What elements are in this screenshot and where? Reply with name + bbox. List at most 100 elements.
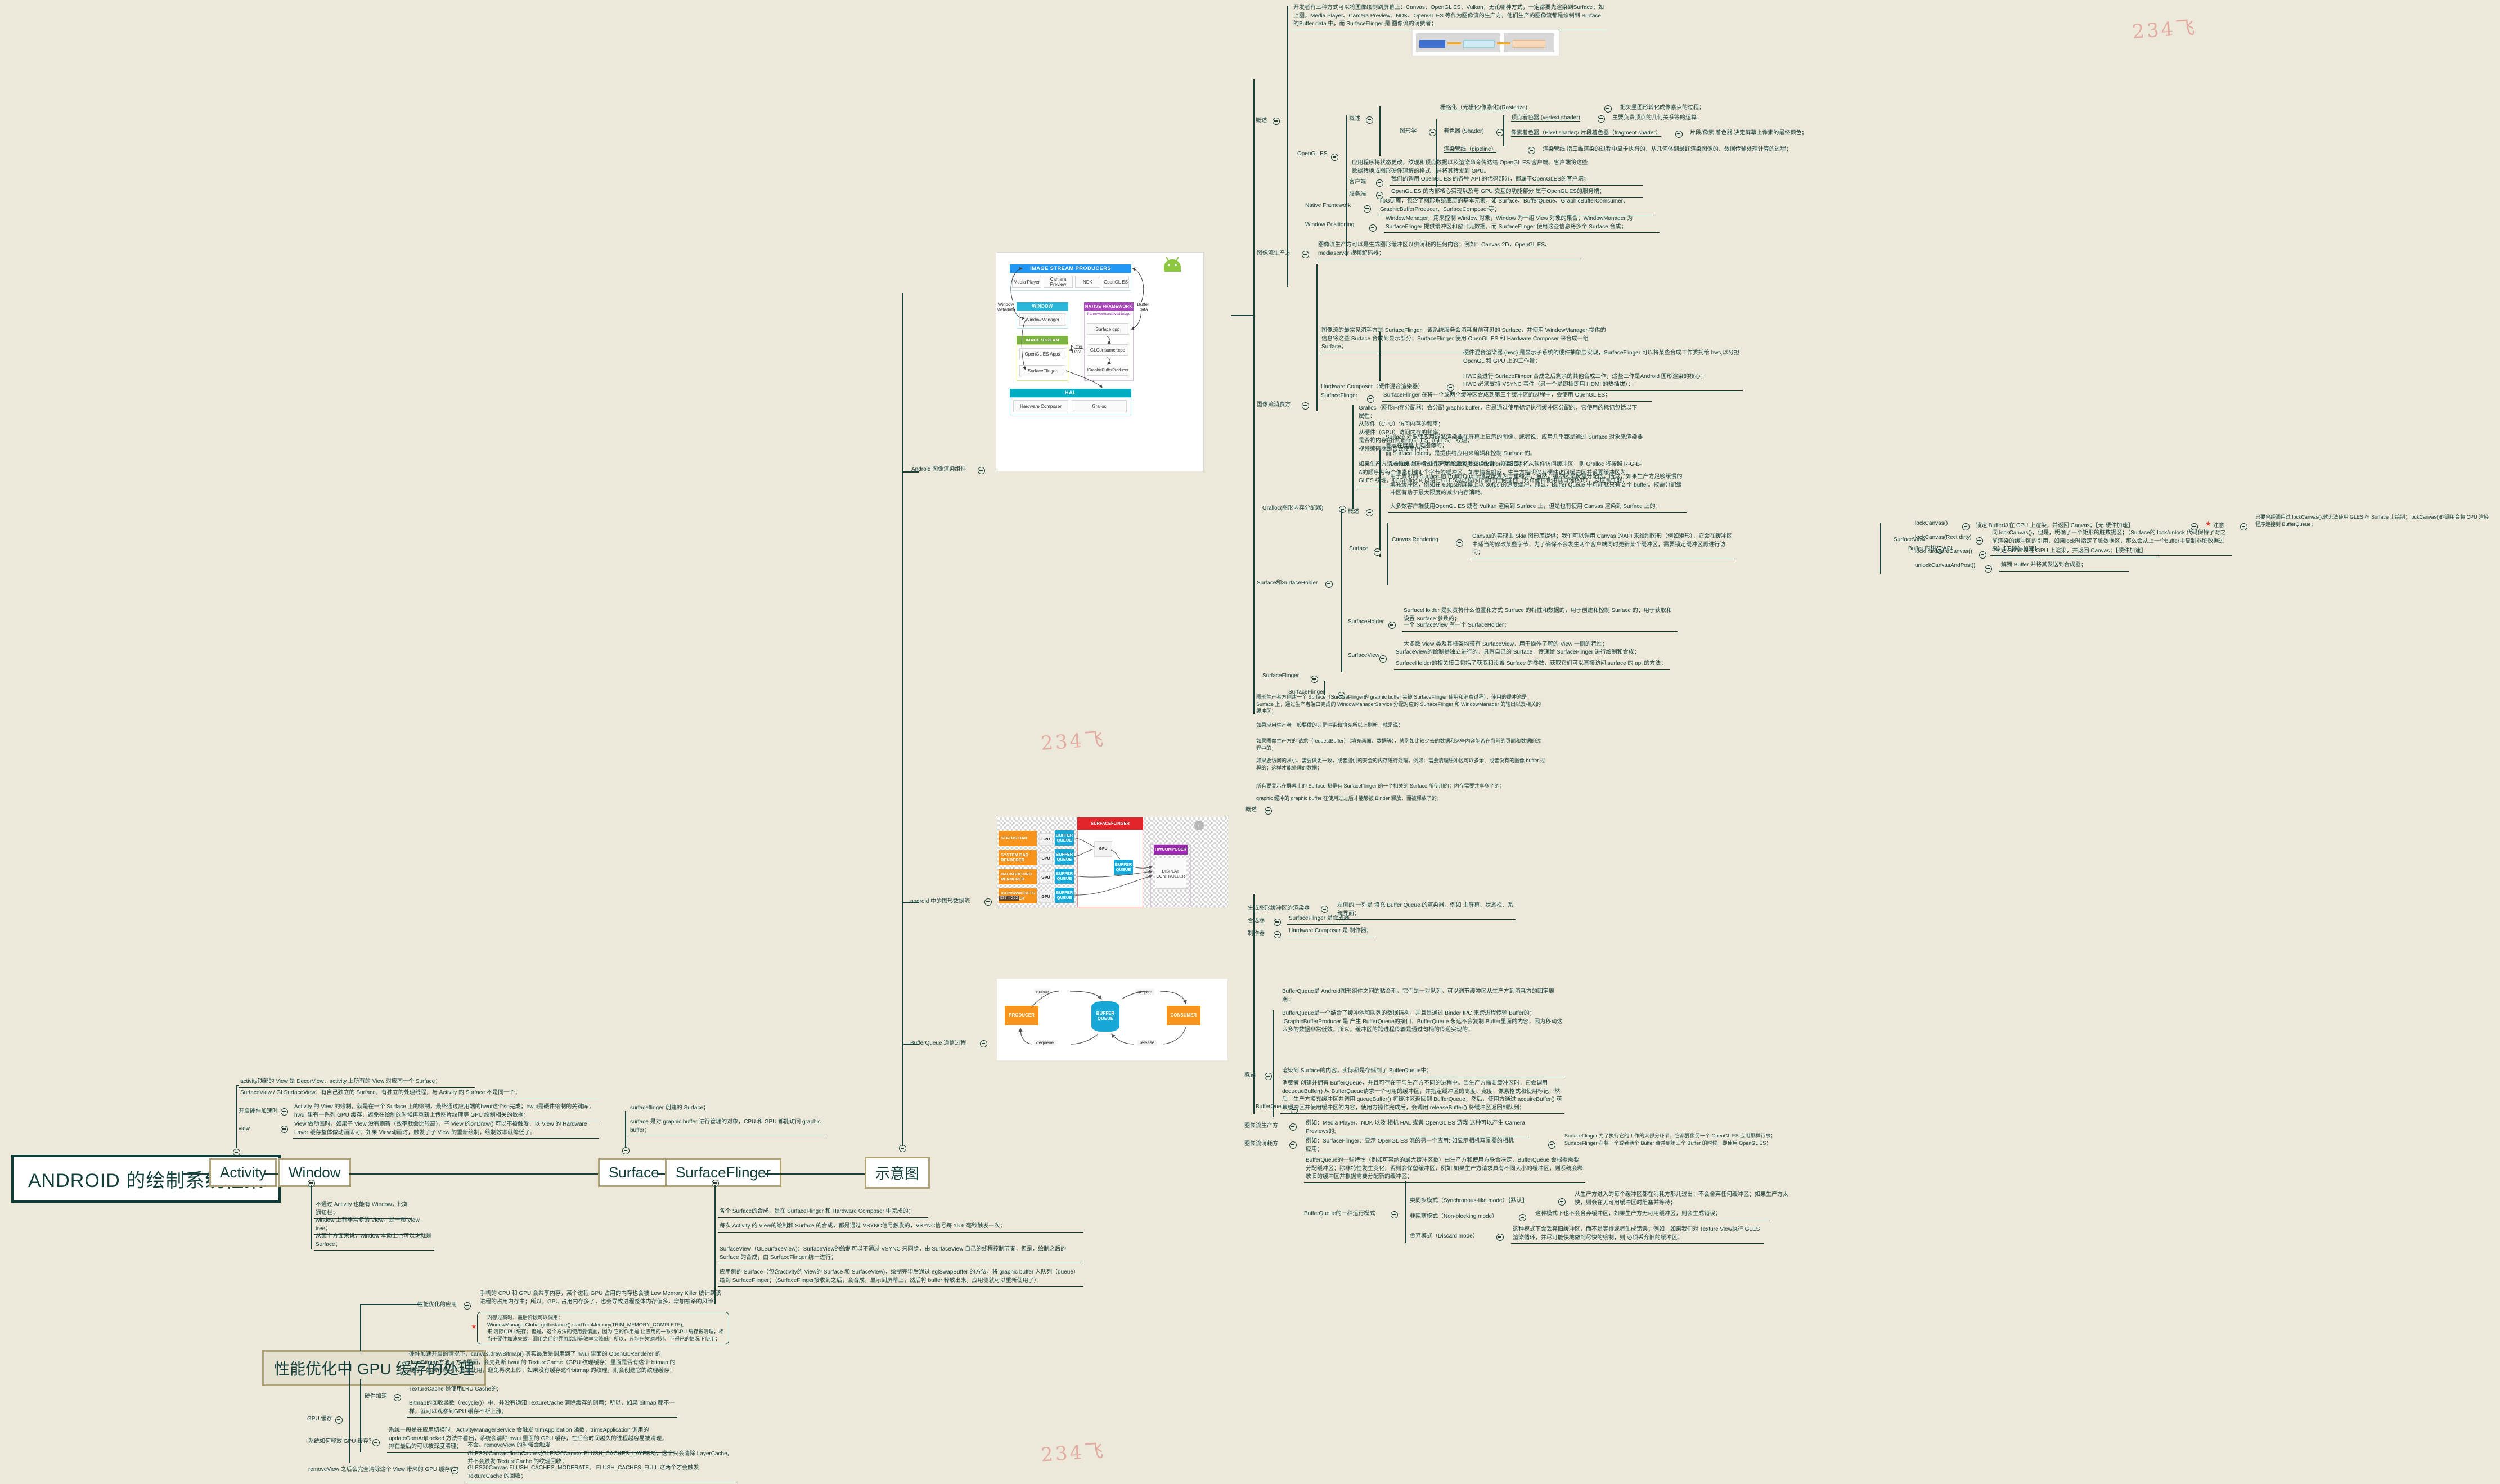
label-mode-nonblocking: 非阻塞模式（Non-blocking mode） (1410, 1213, 1498, 1220)
collapse-toggle-mode-sync[interactable] (1558, 1197, 1566, 1207)
branch-surface[interactable]: Surface (598, 1158, 670, 1187)
text-gpu-apply-note: 手机的 CPU 和 GPU 会共享内存，某个进程 GPU 占用的内存也会被 Lo… (480, 1290, 721, 1305)
text-mode-sync: 从生产方进入的每个缓冲区都在消耗方那儿退出；不会舍弃任何缓冲区；如果生产方太快，… (1575, 1191, 1788, 1206)
collapse-toggle-gl-overview[interactable] (1366, 115, 1373, 125)
text-canvas-rendering: Canvas的实现由 Skia 图形库提供；我们可以调用 Canvas 的API… (1471, 532, 1735, 559)
collapse-toggle-removeview[interactable] (451, 1466, 458, 1476)
connector (1503, 115, 1504, 146)
diagram-child-label: Android 图像渲染组件 (911, 466, 966, 473)
collapse-toggle-activity[interactable] (233, 1148, 240, 1158)
label-hw-accel: 硬件加速 (365, 1393, 387, 1400)
collapse-toggle-surfaceholder[interactable] (1388, 620, 1396, 631)
text-native-framework: libGUI库，包含了图形系统底层的基本元素，如 Surface、BufferQ… (1378, 197, 1654, 215)
activity-note: SurfaceView / GLSurfaceView：有自己独立的 Surfa… (239, 1089, 599, 1099)
collapse-toggle-bq-top2[interactable] (1274, 930, 1281, 940)
collapse-toggle-nf[interactable] (1364, 204, 1371, 214)
collapse-toggle-surface[interactable] (622, 1146, 630, 1156)
collapse-toggle-sf-node[interactable] (1311, 674, 1318, 685)
text-bq-consumer-note: SurfaceFlinger 为了执行它的工作的大部分环节，它都要像另一个 Op… (1564, 1133, 1776, 1146)
branch-diagram[interactable]: 示意图 (865, 1157, 930, 1189)
collapse-toggle-lockcanvas-rect[interactable] (1976, 536, 1983, 546)
connector (1253, 894, 1255, 1114)
label-hwc: Hardware Composer（硬件混合渲染器） (1321, 384, 1424, 390)
window-note: 从某个方面来说，window 本质上也可以说就是 Surface； (314, 1232, 434, 1251)
connector (349, 1173, 598, 1175)
collapse-toggle-bq-top0[interactable] (1321, 905, 1328, 915)
text-lockcanvas-note: 只要曾经调用过 lockCanvas(),就无法使用 GLES 在 Surfac… (2255, 514, 2489, 527)
label-gl-overview: 概述 (1349, 116, 1360, 122)
label-removeview: removeView 之后会完全清除这个 View 带来的 GPU 缓存吗? (308, 1467, 459, 1473)
collapse-toggle-pshader[interactable] (1675, 129, 1683, 140)
text-removeview: GLES20Canvas.FLUSH_CACHES_MODERATE、 FLUS… (466, 1464, 736, 1482)
collapse-toggle-bq-producer[interactable] (1289, 1122, 1297, 1132)
collapse-toggle-release-gpu-cache[interactable] (372, 1438, 380, 1448)
label-surface-surfaceholder: Surface和SurfaceHolder (1257, 580, 1318, 586)
label-bq-consumer: 图像流消耗方 (1244, 1141, 1278, 1147)
sf-note: 应用侧的 Surface（包含activity的 View的 Surface 和… (718, 1268, 1083, 1287)
text-hw-accel: TextureCache 是使用LRU Cache的; (409, 1386, 498, 1392)
collapse-toggle-note[interactable] (2240, 522, 2247, 532)
label-bq-top2: 制作器 (1248, 930, 1265, 937)
connector (714, 1185, 716, 1304)
collapse-toggle-consumer[interactable] (1302, 401, 1309, 411)
collapse-toggle-client[interactable] (1376, 178, 1383, 188)
collapse-toggle-hw-accel[interactable] (394, 1393, 401, 1403)
connector (349, 1361, 350, 1463)
text-bq-producer: 例如：Media Player、NDK 以及 相机 HAL 或者 OpenGL … (1304, 1119, 1529, 1137)
connector (1287, 6, 1288, 287)
collapse-toggle-vshader[interactable] (1598, 114, 1605, 124)
collapse-toggle-lockhw[interactable] (1979, 550, 1986, 560)
diagram-child-label: BufferQueue 通信过程 (910, 1040, 966, 1046)
collapse-toggle-bq-consumer[interactable] (1289, 1140, 1297, 1150)
collapse-toggle-overview[interactable] (1273, 116, 1280, 127)
diagram1-arrows (1010, 267, 1144, 388)
connector (1346, 115, 1347, 256)
collapse-toggle-surface-sub[interactable] (1374, 547, 1381, 557)
collapse-toggle-gpu-apply[interactable] (464, 1301, 471, 1311)
collapse-toggle-bq-overview[interactable] (1265, 1072, 1272, 1082)
collapse-toggle-canvas-rendering[interactable] (1456, 538, 1463, 548)
collapse-toggle-bq-top1[interactable] (1274, 918, 1281, 928)
label-canvas-rendering: Canvas Rendering (1392, 537, 1438, 543)
collapse-toggle-gles[interactable] (1331, 152, 1338, 163)
collapse-toggle-gpu-cache[interactable] (335, 1415, 343, 1425)
label-mode-discard: 舍弃模式（Discard mode） (1410, 1233, 1478, 1239)
label-bq-top1: 合成器 (1248, 918, 1265, 924)
collapse-toggle-sf-overview2[interactable] (1265, 806, 1272, 816)
collapse-toggle-bq-consumer-note[interactable] (1548, 1140, 1555, 1150)
label-lockcanvas-note: 注意 (2213, 523, 2224, 529)
surface-note: surfaceflinger 创建的 Surface； (630, 1105, 709, 1111)
collapse-toggle-producer[interactable] (1302, 250, 1309, 260)
connector (264, 1173, 278, 1175)
collapse-toggle-surface-overview[interactable] (1366, 508, 1373, 518)
label-gpu-cache-sub: GPU 缓存 (307, 1416, 332, 1422)
collapse-toggle-bq-modes[interactable] (1391, 1210, 1398, 1220)
collapse-toggle-wp[interactable] (1369, 223, 1377, 233)
collapse-toggle-d3[interactable] (980, 1039, 987, 1049)
collapse-toggle-surfaceview[interactable] (1379, 654, 1387, 664)
collapse-toggle-d2[interactable] (984, 897, 992, 907)
text-vertex-shader: 主要负责顶点的几何关系等的运算； (1612, 115, 1702, 121)
collapse-toggle-sf-gl[interactable] (1367, 394, 1374, 404)
collapse-toggle-mode-discard[interactable] (1496, 1233, 1504, 1243)
branch-activity[interactable]: Activity (209, 1158, 277, 1187)
collapse-toggle-view[interactable] (281, 1125, 288, 1135)
label-lockhardwardcanvas: lockHardwardCanvas() (1915, 548, 1972, 555)
collapse-toggle-hwaccel[interactable] (281, 1107, 288, 1117)
collapse-toggle-lockcanvas[interactable] (1962, 522, 1970, 532)
collapse-toggle-d1[interactable] (978, 466, 985, 476)
text-hwc: 硬件混合渲染器 (hwc) 是显示子系统的硬件抽象层实现，SurfaceFlin… (1463, 350, 1740, 365)
text-rasterize: 把矢量图形转化成像素点的过程； (1620, 105, 1705, 111)
sf-note-right: 所有要显示在屏幕上的 Surface 都是有 SurfaceFlinger 的一… (1256, 783, 1505, 789)
connector (311, 1185, 312, 1249)
collapse-toggle-gralloc[interactable] (1339, 505, 1346, 515)
branch-surfaceflinger[interactable]: SurfaceFlinger (665, 1158, 782, 1187)
opengl-client-server-thumb (1412, 29, 1559, 56)
collapse-toggle-surface-tree[interactable] (1325, 579, 1333, 590)
collapse-toggle-rasterize[interactable] (1604, 104, 1612, 114)
surface-overview-note: 大多数客户端使用OpenGL ES 或者 Vulkan 渲染到 Surface … (1388, 502, 1687, 513)
collapse-toggle-unlock[interactable] (1985, 564, 1992, 574)
collapse-toggle-mode-nonblocking[interactable] (1519, 1213, 1526, 1223)
collapse-toggle-pipeline[interactable] (1528, 146, 1535, 156)
connector (625, 1111, 626, 1147)
